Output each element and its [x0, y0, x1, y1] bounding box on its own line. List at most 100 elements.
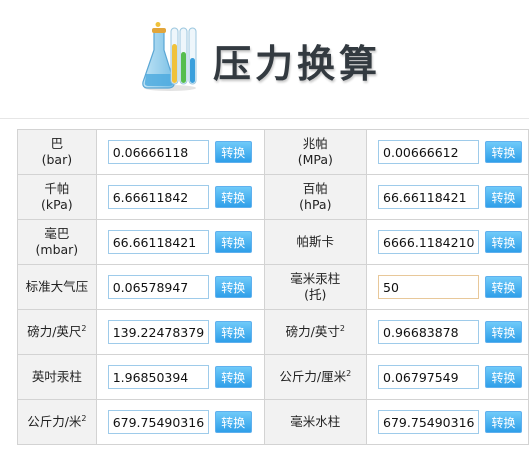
- lab-flask-test-tubes-icon: [142, 22, 197, 91]
- unit-name: 千帕: [44, 181, 70, 196]
- unit-exponent: 2: [346, 368, 352, 378]
- unit-exponent: 2: [81, 413, 87, 423]
- value-cell: 转换: [95, 354, 265, 400]
- pressure-value-input[interactable]: [107, 320, 209, 344]
- unit-name: 公斤力/米: [27, 414, 82, 429]
- unit-label: 磅力/英寸2: [263, 309, 368, 355]
- unit-label: 标准大气压: [17, 264, 97, 310]
- convert-button[interactable]: 转换: [485, 321, 523, 343]
- header-divider: [0, 118, 529, 119]
- unit-label: 毫巴 (mbar): [17, 219, 97, 265]
- convert-button[interactable]: 转换: [214, 231, 252, 253]
- pressure-value-input[interactable]: [378, 230, 480, 254]
- value-cell: 转换: [95, 264, 265, 310]
- unit-symbol: (MPa): [297, 152, 333, 167]
- page-title: 压力换算: [213, 42, 382, 86]
- convert-button[interactable]: 转换: [214, 276, 252, 298]
- unit-symbol: (mbar): [35, 242, 79, 257]
- unit-exponent: 2: [339, 323, 345, 333]
- convert-button[interactable]: 转换: [485, 276, 523, 298]
- unit-label: 毫米水柱: [263, 399, 368, 445]
- unit-label: 公斤力/米2: [17, 399, 97, 445]
- table-row: 标准大气压转换毫米汞柱(托)转换: [17, 264, 529, 310]
- value-cell: 转换: [366, 174, 529, 220]
- table-row: 毫巴(mbar) 转换 帕斯卡 转换: [17, 219, 529, 265]
- value-wrapper: 转换: [97, 365, 264, 389]
- unit-name: 毫米汞柱: [290, 271, 341, 286]
- value-cell: 转换: [95, 129, 265, 175]
- value-cell: 转换: [366, 309, 529, 355]
- unit-label: 英吋汞柱: [17, 354, 97, 400]
- convert-button[interactable]: 转换: [485, 186, 523, 208]
- unit-exponent: 2: [81, 323, 87, 333]
- convert-button[interactable]: 转换: [485, 141, 523, 163]
- value-cell: 转换: [366, 264, 529, 310]
- pressure-value-input[interactable]: [378, 185, 480, 209]
- unit-symbol: (kPa): [41, 197, 73, 212]
- table-row: 磅力/英尺2转换磅力/英寸2转换: [17, 309, 529, 355]
- value-wrapper: 转换: [367, 230, 528, 254]
- unit-name: 磅力/英寸: [285, 324, 340, 339]
- value-cell: 转换: [95, 219, 265, 265]
- table-row: 千帕(kPa)转换百帕(hPa)转换: [17, 174, 529, 220]
- value-cell: 转换: [95, 399, 265, 445]
- value-cell: 转换: [366, 399, 529, 445]
- unit-label: 百帕 (hPa): [263, 174, 368, 220]
- unit-name: 标准大气压: [25, 279, 89, 294]
- unit-label: 巴 (bar): [17, 129, 97, 175]
- value-wrapper: 转换: [367, 185, 528, 209]
- convert-button[interactable]: 转换: [485, 231, 523, 253]
- value-wrapper: 转换: [97, 275, 264, 299]
- unit-name: 磅力/英尺: [27, 324, 82, 339]
- unit-symbol: (bar): [41, 152, 73, 167]
- unit-label: 兆帕 (MPa): [263, 129, 368, 175]
- value-cell: 转换: [95, 309, 265, 355]
- pressure-value-input[interactable]: [378, 275, 480, 299]
- convert-button[interactable]: 转换: [214, 186, 252, 208]
- value-cell: 转换: [366, 219, 529, 265]
- pressure-value-input[interactable]: [107, 410, 209, 434]
- pressure-value-input[interactable]: [378, 140, 480, 164]
- value-cell: 转换: [366, 354, 529, 400]
- value-wrapper: 转换: [367, 365, 528, 389]
- pressure-value-input[interactable]: [378, 320, 480, 344]
- unit-label: 千帕 (kPa): [17, 174, 97, 220]
- table-row: 巴(bar)转换兆帕(MPa)转换: [17, 129, 529, 175]
- convert-button[interactable]: 转换: [214, 141, 252, 163]
- convert-button[interactable]: 转换: [214, 366, 252, 388]
- value-wrapper: 转换: [97, 230, 264, 254]
- value-wrapper: 转换: [97, 410, 264, 434]
- header: 压力换算: [0, 0, 529, 118]
- pressure-value-input[interactable]: [378, 410, 480, 434]
- unit-name: 毫巴: [44, 226, 70, 241]
- value-wrapper: 转换: [367, 140, 528, 164]
- unit-name: 毫米水柱: [290, 414, 341, 429]
- unit-symbol: (托): [304, 287, 327, 302]
- unit-label: 毫米汞柱 (托): [263, 264, 368, 310]
- unit-name: 英吋汞柱: [31, 369, 82, 384]
- value-wrapper: 转换: [97, 185, 264, 209]
- value-wrapper: 转换: [97, 320, 264, 344]
- table-row: 公斤力/米2 转换 毫米水柱 转换: [17, 399, 529, 445]
- pressure-value-input[interactable]: [107, 365, 209, 389]
- pressure-value-input[interactable]: [107, 275, 209, 299]
- value-cell: 转换: [366, 129, 529, 175]
- unit-label: 帕斯卡: [263, 219, 368, 265]
- value-cell: 转换: [95, 174, 265, 220]
- pressure-value-input[interactable]: [107, 230, 209, 254]
- value-wrapper: 转换: [367, 410, 528, 434]
- convert-button[interactable]: 转换: [214, 411, 252, 433]
- pressure-value-input[interactable]: [107, 185, 209, 209]
- convert-button[interactable]: 转换: [214, 321, 252, 343]
- value-wrapper: 转换: [367, 275, 528, 299]
- convert-button[interactable]: 转换: [485, 366, 523, 388]
- unit-name: 兆帕: [302, 136, 328, 151]
- unit-name: 巴: [50, 136, 64, 151]
- unit-label: 公斤力/厘米2: [263, 354, 368, 400]
- pressure-value-input[interactable]: [107, 140, 209, 164]
- unit-symbol: (hPa): [299, 197, 332, 212]
- unit-name: 帕斯卡: [296, 234, 335, 249]
- pressure-value-input[interactable]: [378, 365, 480, 389]
- value-wrapper: 转换: [97, 140, 264, 164]
- convert-button[interactable]: 转换: [485, 411, 523, 433]
